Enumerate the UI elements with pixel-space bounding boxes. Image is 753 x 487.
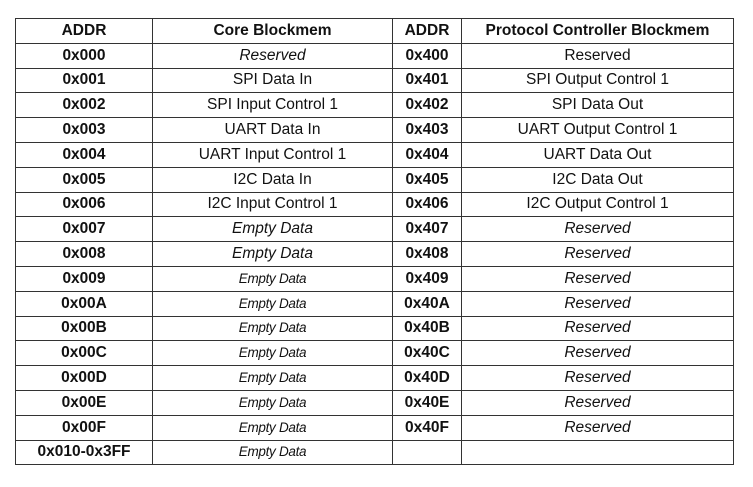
protocol-value-cell: Reserved [461, 340, 734, 367]
core-value-cell: Empty Data [152, 290, 393, 317]
table-row: 0x008 Empty Data 0x408 Reserved [15, 241, 734, 267]
header-protocol-blockmem: Protocol Controller Blockmem [461, 18, 734, 44]
core-value-cell: Empty Data [152, 315, 393, 342]
protocol-addr-cell: 0x403 [392, 117, 462, 143]
memory-map-table: ADDR Core Blockmem ADDR Protocol Control… [15, 18, 734, 466]
core-addr-cell: 0x00F [15, 414, 153, 441]
core-addr-cell: 0x00C [15, 340, 153, 367]
table-row: 0x009 Empty Data 0x409 Reserved [15, 265, 734, 292]
protocol-addr-cell: 0x401 [392, 67, 462, 94]
core-value-cell: Empty Data [152, 340, 393, 367]
protocol-value-cell: Reserved [461, 414, 734, 441]
header-core-blockmem: Core Blockmem [152, 18, 393, 44]
protocol-value-cell: SPI Output Control 1 [461, 67, 734, 94]
table-row: 0x004 UART Input Control 1 0x404 UART Data … [15, 141, 734, 168]
protocol-value-cell: Reserved [461, 241, 734, 267]
core-addr-cell: 0x005 [15, 166, 153, 193]
core-value-cell: SPI Data In [152, 67, 393, 94]
core-addr-cell: 0x002 [15, 92, 153, 119]
core-addr-cell: 0x010-0x3FF [15, 439, 153, 466]
protocol-addr-cell: 0x402 [392, 92, 462, 119]
core-addr-cell: 0x00E [15, 389, 153, 416]
core-value-cell: SPI Input Control 1 [152, 92, 393, 119]
table-row: 0x003 UART Data In 0x403 UART Output Contro… [15, 117, 734, 143]
protocol-addr-cell: 0x406 [392, 191, 462, 218]
table-row: 0x00D Empty Data 0x40D Reserved [15, 365, 734, 391]
table-row: 0x010-0x3FF Empty Data [15, 439, 734, 466]
protocol-addr-cell: 0x404 [392, 141, 462, 168]
core-addr-cell: 0x00A [15, 290, 153, 317]
protocol-value-cell: Reserved [461, 389, 734, 416]
core-value-cell: Reserved [152, 42, 393, 69]
core-addr-cell: 0x00B [15, 315, 153, 342]
protocol-addr-cell: 0x40B [392, 315, 462, 342]
table-row: 0x005 I2C Data In 0x405 I2C Data Out [15, 166, 734, 193]
protocol-value-cell: UART Output Control 1 [461, 117, 734, 143]
core-value-cell: UART Input Control 1 [152, 141, 393, 168]
core-addr-cell: 0x001 [15, 67, 153, 94]
protocol-value-cell: SPI Data Out [461, 92, 734, 119]
protocol-value-cell: I2C Data Out [461, 166, 734, 193]
table-row: 0x000 Reserved 0x400 Reserved [15, 42, 734, 69]
protocol-value-cell: Reserved [461, 42, 734, 69]
protocol-addr-cell: 0x405 [392, 166, 462, 193]
protocol-addr-cell [392, 439, 462, 466]
table-row: 0x00C Empty Data 0x40C Reserved [15, 340, 734, 367]
table-row: 0x00B Empty Data 0x40B Reserved [15, 315, 734, 342]
core-value-cell: I2C Input Control 1 [152, 191, 393, 218]
core-addr-cell: 0x009 [15, 265, 153, 292]
protocol-value-cell: Reserved [461, 216, 734, 243]
table-row: 0x006 I2C Input Control 1 0x406 I2C Output … [15, 191, 734, 218]
header-addr-protocol: ADDR [392, 18, 462, 44]
core-value-cell: Empty Data [152, 365, 393, 391]
table-row: 0x00E Empty Data 0x40E Reserved [15, 389, 734, 416]
core-addr-cell: 0x004 [15, 141, 153, 168]
core-value-cell: Empty Data [152, 414, 393, 441]
header-addr-core: ADDR [15, 18, 153, 44]
header-row: ADDR Core Blockmem ADDR Protocol Control… [15, 18, 734, 44]
protocol-value-cell [461, 439, 734, 466]
core-value-cell: UART Data In [152, 117, 393, 143]
core-value-cell: Empty Data [152, 265, 393, 292]
protocol-addr-cell: 0x40C [392, 340, 462, 367]
core-addr-cell: 0x008 [15, 241, 153, 267]
protocol-addr-cell: 0x409 [392, 265, 462, 292]
protocol-value-cell: Reserved [461, 315, 734, 342]
table-row: 0x00F Empty Data 0x40F Reserved [15, 414, 734, 441]
core-addr-cell: 0x003 [15, 117, 153, 143]
protocol-addr-cell: 0x400 [392, 42, 462, 69]
protocol-addr-cell: 0x40F [392, 414, 462, 441]
table-row: 0x002 SPI Input Control 1 0x402 SPI Data Ou… [15, 92, 734, 119]
table-row: 0x00A Empty Data 0x40A Reserved [15, 290, 734, 317]
core-addr-cell: 0x00D [15, 365, 153, 391]
protocol-value-cell: Reserved [461, 290, 734, 317]
protocol-addr-cell: 0x407 [392, 216, 462, 243]
core-addr-cell: 0x000 [15, 42, 153, 69]
core-addr-cell: 0x007 [15, 216, 153, 243]
protocol-addr-cell: 0x40D [392, 365, 462, 391]
protocol-addr-cell: 0x408 [392, 241, 462, 267]
protocol-addr-cell: 0x40A [392, 290, 462, 317]
core-value-cell: I2C Data In [152, 166, 393, 193]
protocol-value-cell: UART Data Out [461, 141, 734, 168]
core-value-cell: Empty Data [152, 389, 393, 416]
table-row: 0x007 Empty Data 0x407 Reserved [15, 216, 734, 243]
table-row: 0x001 SPI Data In 0x401 SPI Output Control … [15, 67, 734, 94]
core-value-cell: Empty Data [152, 216, 393, 243]
core-addr-cell: 0x006 [15, 191, 153, 218]
core-value-cell: Empty Data [152, 241, 393, 267]
core-value-cell: Empty Data [152, 439, 393, 466]
protocol-addr-cell: 0x40E [392, 389, 462, 416]
protocol-value-cell: Reserved [461, 365, 734, 391]
protocol-value-cell: Reserved [461, 265, 734, 292]
protocol-value-cell: I2C Output Control 1 [461, 191, 734, 218]
